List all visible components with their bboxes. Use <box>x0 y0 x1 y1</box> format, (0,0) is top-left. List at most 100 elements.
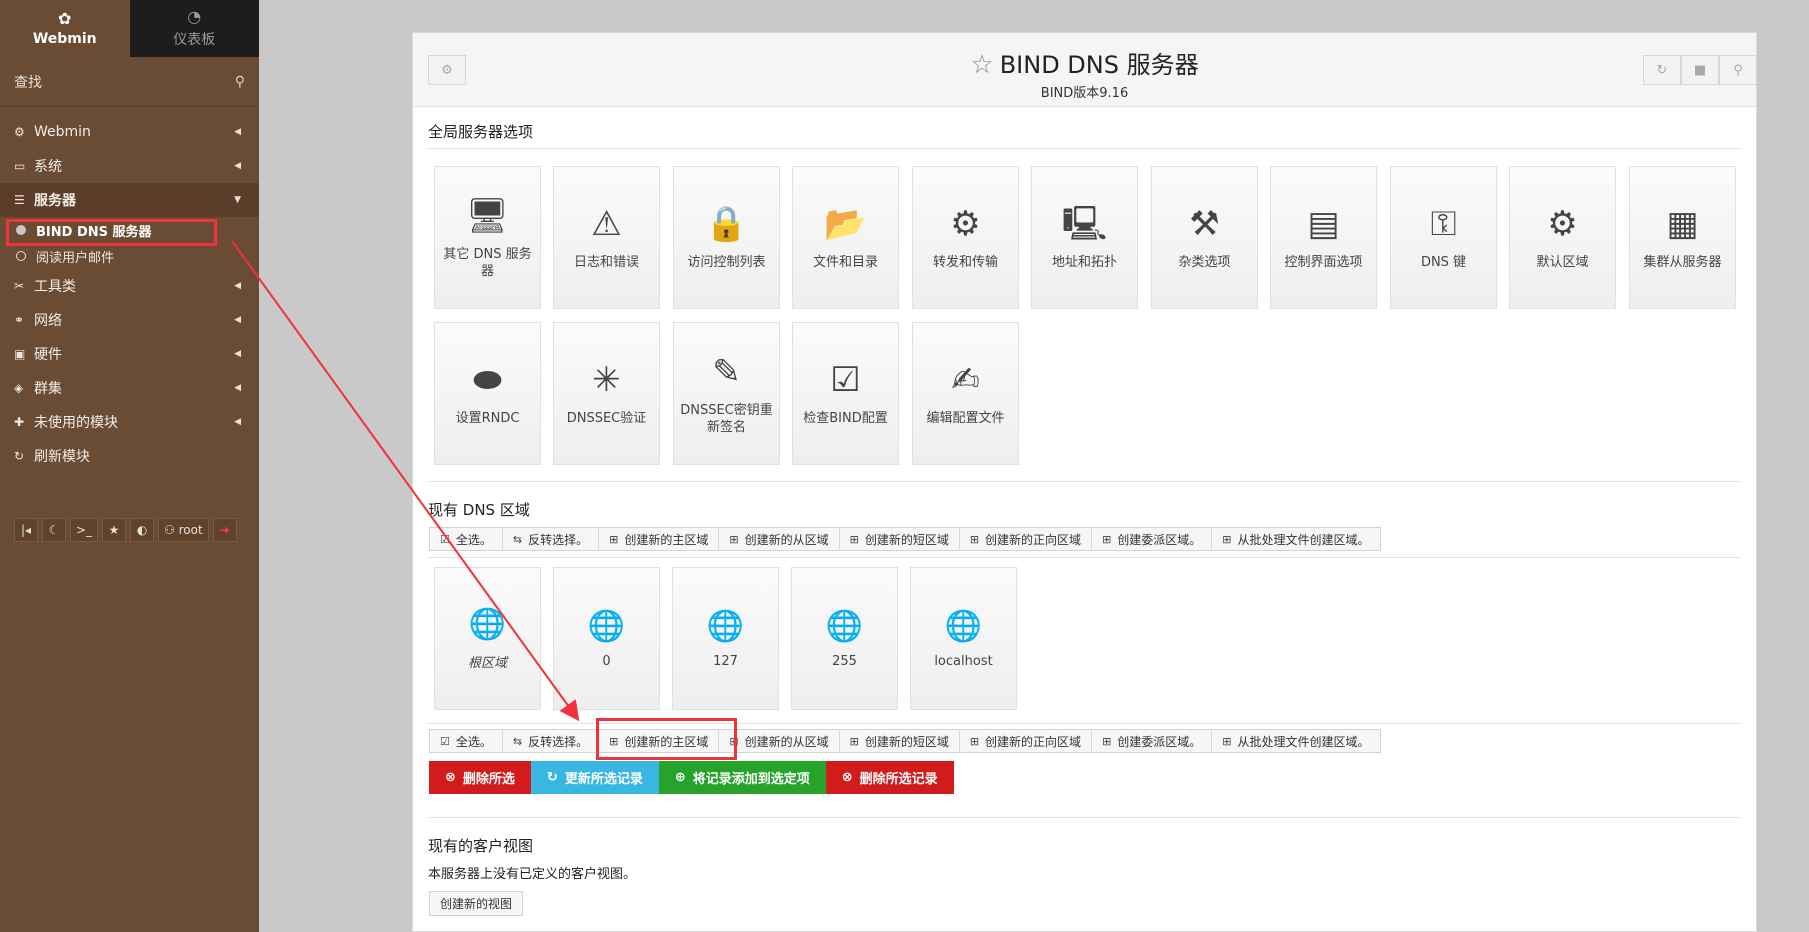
button-label: 更新所选记录 <box>564 772 643 787</box>
globe-icon: 🌐 <box>944 608 983 644</box>
zone-root[interactable]: 🌐 根区域 <box>434 567 541 710</box>
sidebar-item-network[interactable]: ⚭ 网络 ◀ <box>0 303 259 337</box>
zone-127[interactable]: 🌐 127 <box>672 567 779 710</box>
add-record-button[interactable]: ⊕ 将记录添加到选定项 <box>658 761 826 794</box>
tile-other-dns-servers[interactable]: 🖥 其它 DNS 服务器 <box>434 166 541 309</box>
sidebar-item-label: 工具类 <box>34 279 76 295</box>
create-stub-zone-button[interactable]: ⊞ 创建新的短区域 <box>840 528 960 550</box>
create-slave-zone-button[interactable]: ⊞ 创建新的从区域 <box>719 528 840 550</box>
sidebar-item-system[interactable]: ▭ 系统 ◀ <box>0 149 259 183</box>
dnssec-icon: ✳ <box>592 360 621 400</box>
create-slave-zone-button[interactable]: ⊞ 创建新的从区域 <box>719 730 840 752</box>
button-label: 创建委派区域。 <box>1117 532 1202 547</box>
plus-square-icon: ⊞ <box>969 734 980 748</box>
caret-left-icon: ◀ <box>234 383 241 393</box>
create-delegation-zone-button[interactable]: ⊞ 创建委派区域。 <box>1092 730 1213 752</box>
create-batch-zone-button[interactable]: ⊞ 从批处理文件创建区域。 <box>1212 730 1379 752</box>
tile-dnssec-resign[interactable]: ✎ DNSSEC密钥重新签名 <box>673 322 780 465</box>
create-stub-zone-button[interactable]: ⊞ 创建新的短区域 <box>840 730 960 752</box>
sidebar-subitem-read-mail[interactable]: 阅读用户邮件 <box>0 243 259 269</box>
theme-button[interactable]: ◐ <box>130 518 155 542</box>
invert-selection-button[interactable]: ⇆ 反转选择。 <box>503 528 600 550</box>
plus-square-icon: ⊞ <box>849 734 859 748</box>
favorite-star-icon[interactable]: ☆ <box>970 50 993 80</box>
collapse-button[interactable]: |◂ <box>14 518 38 542</box>
logout-icon: ➜ <box>219 523 230 537</box>
tile-acl[interactable]: 🔒 访问控制列表 <box>673 166 780 309</box>
delete-selected-button[interactable]: ⊗ 删除所选 <box>429 761 531 794</box>
tile-setup-rndc[interactable]: ⬬ 设置RNDC <box>434 322 541 465</box>
tile-cluster-slaves[interactable]: ▦ 集群从服务器 <box>1629 166 1736 309</box>
tile-dns-keys[interactable]: ⚿ DNS 键 <box>1390 166 1497 309</box>
edit-file-icon: ✍ <box>951 360 980 400</box>
sidebar-item-refresh-modules[interactable]: ↻ 刷新模块 <box>0 439 259 473</box>
refresh-button[interactable]: ↻ <box>1643 55 1681 85</box>
sidebar-item-unused-modules[interactable]: ✚ 未使用的模块 ◀ <box>0 405 259 439</box>
laptop-icon: ▭ <box>14 159 26 173</box>
night-mode-button[interactable]: ☾ <box>42 518 66 542</box>
zone-label: 根区域 <box>467 655 507 671</box>
palette-icon: ◐ <box>136 523 148 537</box>
tile-misc-options[interactable]: ⚒ 杂类选项 <box>1151 166 1258 309</box>
tile-control-interface[interactable]: ▤ 控制界面选项 <box>1270 166 1377 309</box>
sidebar-subitem-label: 阅读用户邮件 <box>36 250 115 266</box>
logout-button[interactable]: ➜ <box>212 518 237 542</box>
tile-addresses[interactable]: 🖳 地址和拓扑 <box>1031 166 1138 309</box>
sidebar-item-label: 系统 <box>34 159 62 175</box>
delete-records-button[interactable]: ⊗ 删除所选记录 <box>825 761 954 794</box>
favorites-button[interactable]: ★ <box>102 518 127 542</box>
cluster-icon: ◈ <box>14 381 24 395</box>
search-button[interactable]: ⚲ <box>1719 55 1757 85</box>
create-batch-zone-button[interactable]: ⊞ 从批处理文件创建区域。 <box>1212 528 1379 550</box>
caret-left-icon: ◀ <box>234 315 241 325</box>
sidebar-item-webmin[interactable]: ⚙ Webmin ◀ <box>0 115 259 149</box>
divider <box>428 557 1741 558</box>
globe-icon: 🌐 <box>587 608 626 644</box>
tile-edit-config[interactable]: ✍ 编辑配置文件 <box>912 322 1019 465</box>
select-all-button[interactable]: ☑ 全选。 <box>430 528 503 550</box>
tab-dashboard[interactable]: ◔ 仪表板 <box>129 0 259 57</box>
create-forward-zone-button[interactable]: ⊞ 创建新的正向区域 <box>960 528 1093 550</box>
zones-title: 现有 DNS 区域 <box>428 501 530 519</box>
tile-label: 控制界面选项 <box>1284 255 1363 270</box>
create-view-button[interactable]: 创建新的视图 <box>429 891 524 916</box>
tile-label: 转发和传输 <box>932 255 998 270</box>
search-icon: ⚲ <box>234 73 245 90</box>
select-all-button[interactable]: ☑ 全选。 <box>430 730 503 752</box>
zone-0[interactable]: 🌐 0 <box>553 567 660 710</box>
button-label: 全选。 <box>455 532 492 547</box>
create-forward-zone-button[interactable]: ⊞ 创建新的正向区域 <box>960 730 1093 752</box>
tile-default-zone[interactable]: ⚙ 默认区域 <box>1509 166 1616 309</box>
tile-logging[interactable]: ⚠ 日志和错误 <box>553 166 660 309</box>
zones-toolbar-top: ☑ 全选。 ⇆ 反转选择。 ⊞ 创建新的主区域 ⊞ 创建新的从区域 ⊞ 创建新的短区域 ⊞… <box>429 527 1381 551</box>
plus-square-icon: ⊞ <box>1102 734 1112 748</box>
search-placeholder: 查找 <box>14 74 42 91</box>
sidebar-item-cluster[interactable]: ◈ 群集 ◀ <box>0 371 259 405</box>
sidebar-item-hardware[interactable]: ▣ 硬件 ◀ <box>0 337 259 371</box>
sidebar-item-tools[interactable]: ✂ 工具类 ◀ <box>0 269 259 303</box>
refresh-icon: ↻ <box>14 449 25 463</box>
zone-localhost[interactable]: 🌐 localhost <box>910 567 1017 710</box>
update-records-button[interactable]: ↻ 更新所选记录 <box>530 761 659 794</box>
terminal-button[interactable]: >_ <box>70 518 99 542</box>
create-delegation-zone-button[interactable]: ⊞ 创建委派区域。 <box>1092 528 1213 550</box>
sidebar-item-label: 未使用的模块 <box>34 415 118 431</box>
zone-255[interactable]: 🌐 255 <box>791 567 898 710</box>
tile-files-dirs[interactable]: 📂 文件和目录 <box>792 166 899 309</box>
computer-icon: 🖳 <box>1061 204 1108 244</box>
zone-label: localhost <box>934 653 993 669</box>
tab-webmin[interactable]: ✿ Webmin <box>0 0 130 57</box>
tile-forwarding[interactable]: ⚙ 转发和传输 <box>912 166 1019 309</box>
tile-dnssec-verify[interactable]: ✳ DNSSEC验证 <box>553 322 660 465</box>
lock-icon: 🔒 <box>705 204 748 244</box>
collapse-icon: |◂ <box>20 523 32 537</box>
moon-icon: ☾ <box>48 523 60 537</box>
stop-button[interactable]: ■ <box>1681 55 1719 85</box>
invert-selection-button[interactable]: ⇆ 反转选择。 <box>503 730 600 752</box>
page-title-text: BIND DNS 服务器 <box>999 51 1199 79</box>
user-button[interactable]: ⚇ root <box>158 518 209 542</box>
tile-check-config[interactable]: ☑ 检查BIND配置 <box>792 322 899 465</box>
create-master-zone-button[interactable]: ⊞ 创建新的主区域 <box>599 528 720 550</box>
sidebar-item-servers[interactable]: ☰ 服务器 ▼ <box>0 183 259 217</box>
sidebar-search-input[interactable]: 查找 ⚲ <box>0 57 259 107</box>
